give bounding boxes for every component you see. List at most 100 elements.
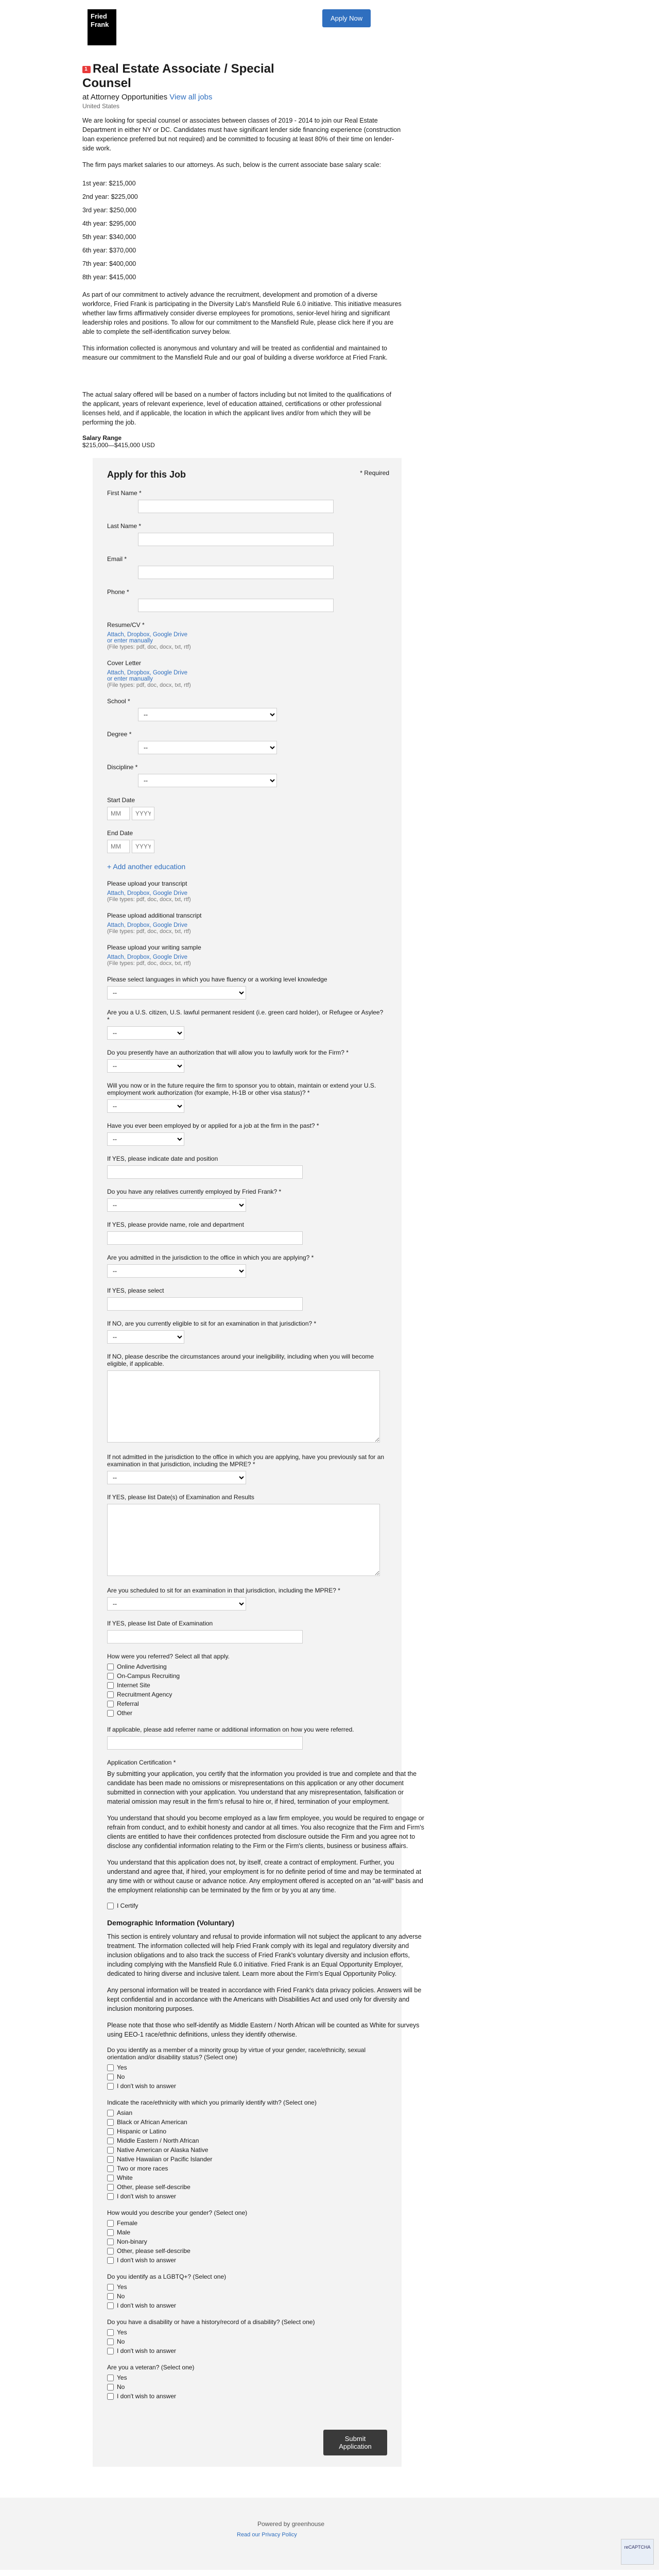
disability-checkbox[interactable] [107, 2347, 114, 2354]
disability-option[interactable]: Yes [107, 2329, 387, 2336]
gender-checkbox[interactable] [107, 2219, 114, 2227]
ethnicity-checkbox[interactable] [107, 2109, 114, 2116]
veteran-option[interactable]: I don't wish to answer [107, 2393, 387, 2400]
employed-before-select[interactable]: -- [107, 1132, 184, 1146]
lgbtq-option[interactable]: No [107, 2293, 387, 2300]
cover-attach-links[interactable]: Attach, Dropbox, Google Drive [107, 670, 387, 676]
exam-results-textarea[interactable] [107, 1504, 380, 1576]
admitted-select[interactable]: -- [107, 1264, 246, 1278]
certify-checkbox[interactable] [107, 1902, 114, 1909]
disability-checkbox[interactable] [107, 2338, 114, 2345]
referral-checkbox[interactable] [107, 1700, 114, 1707]
minority-checkbox[interactable] [107, 2082, 114, 2090]
cover-enter-manually[interactable]: or enter manually [107, 676, 387, 682]
authorization-select[interactable]: -- [107, 1059, 184, 1073]
ethnicity-option[interactable]: White [107, 2174, 387, 2181]
ethnicity-checkbox[interactable] [107, 2165, 114, 2172]
school-select[interactable]: -- [138, 708, 277, 721]
additional-attach[interactable]: Attach, Dropbox, Google Drive [107, 922, 387, 928]
apply-now-button[interactable]: Apply Now [322, 9, 371, 27]
referral-option[interactable]: On-Campus Recruiting [107, 1672, 387, 1680]
ethnicity-checkbox[interactable] [107, 2137, 114, 2144]
start-year-input[interactable] [131, 807, 154, 820]
veteran-checkbox[interactable] [107, 2374, 114, 2381]
lgbtq-checkbox[interactable] [107, 2293, 114, 2300]
referral-checkbox[interactable] [107, 1709, 114, 1717]
minority-checkbox[interactable] [107, 2073, 114, 2080]
relative-details-input[interactable] [107, 1231, 303, 1245]
gender-option[interactable]: I don't wish to answer [107, 2257, 387, 2264]
scheduled-select[interactable]: -- [107, 1597, 246, 1611]
referral-option[interactable]: Online Advertising [107, 1663, 387, 1670]
ethnicity-option[interactable]: Native Hawaiian or Pacific Islander [107, 2156, 387, 2163]
first-name-input[interactable] [138, 500, 334, 513]
languages-select[interactable]: -- [107, 986, 246, 999]
start-month-input[interactable] [107, 807, 130, 820]
citizen-select[interactable]: -- [107, 1026, 184, 1040]
degree-select[interactable]: -- [138, 741, 277, 754]
recaptcha-icon[interactable]: reCAPTCHA [621, 2539, 654, 2565]
view-all-jobs-link[interactable]: View all jobs [169, 93, 212, 101]
resume-enter-manually[interactable]: or enter manually [107, 638, 387, 644]
gender-option[interactable]: Female [107, 2219, 387, 2227]
writing-attach[interactable]: Attach, Dropbox, Google Drive [107, 954, 387, 960]
gender-option[interactable]: Male [107, 2229, 387, 2236]
gender-checkbox[interactable] [107, 2257, 114, 2264]
submit-application-button[interactable]: Submit Application [323, 2430, 387, 2455]
ethnicity-option[interactable]: Black or African American [107, 2119, 387, 2126]
veteran-checkbox[interactable] [107, 2383, 114, 2391]
gender-option[interactable]: Non-binary [107, 2238, 387, 2245]
last-name-input[interactable] [138, 533, 334, 546]
disability-option[interactable]: No [107, 2338, 387, 2345]
referral-checkbox[interactable] [107, 1663, 114, 1670]
gender-checkbox[interactable] [107, 2238, 114, 2245]
minority-option[interactable]: I don't wish to answer [107, 2082, 387, 2090]
referral-checkbox[interactable] [107, 1682, 114, 1689]
resume-attach-links[interactable]: Attach, Dropbox, Google Drive [107, 632, 387, 638]
ethnicity-checkbox[interactable] [107, 2146, 114, 2154]
minority-checkbox[interactable] [107, 2064, 114, 2071]
relatives-select[interactable]: -- [107, 1198, 246, 1212]
ethnicity-checkbox[interactable] [107, 2174, 114, 2181]
ethnicity-option[interactable]: Other, please self-describe [107, 2183, 387, 2191]
exam-date-input[interactable] [107, 1630, 303, 1643]
gender-checkbox[interactable] [107, 2247, 114, 2255]
ethnicity-checkbox[interactable] [107, 2193, 114, 2200]
referral-checkbox[interactable] [107, 1672, 114, 1680]
ethnicity-option[interactable]: I don't wish to answer [107, 2193, 387, 2200]
end-month-input[interactable] [107, 840, 130, 853]
ethnicity-option[interactable]: Hispanic or Latino [107, 2128, 387, 2135]
lgbtq-checkbox[interactable] [107, 2302, 114, 2309]
lgbtq-checkbox[interactable] [107, 2283, 114, 2291]
end-year-input[interactable] [131, 840, 154, 853]
ethnicity-checkbox[interactable] [107, 2119, 114, 2126]
ethnicity-checkbox[interactable] [107, 2128, 114, 2135]
referral-option[interactable]: Other [107, 1709, 387, 1717]
gender-option[interactable]: Other, please self-describe [107, 2247, 387, 2255]
veteran-option[interactable]: Yes [107, 2374, 387, 2381]
add-education-link[interactable]: + Add another education [107, 862, 185, 871]
transcript-attach[interactable]: Attach, Dropbox, Google Drive [107, 890, 387, 896]
referral-checkbox[interactable] [107, 1691, 114, 1698]
email-input[interactable] [138, 566, 334, 579]
referral-option[interactable]: Referral [107, 1700, 387, 1707]
sponsor-select[interactable]: -- [107, 1099, 184, 1113]
lgbtq-option[interactable]: I don't wish to answer [107, 2302, 387, 2309]
referral-option[interactable]: Recruitment Agency [107, 1691, 387, 1698]
disability-checkbox[interactable] [107, 2329, 114, 2336]
certify-option[interactable]: I Certify [107, 1902, 387, 1909]
ethnicity-checkbox[interactable] [107, 2156, 114, 2163]
referral-note-input[interactable] [107, 1736, 303, 1750]
eligible-select[interactable]: -- [107, 1330, 184, 1344]
discipline-select[interactable]: -- [138, 774, 277, 787]
position-date-input[interactable] [107, 1165, 303, 1179]
ethnicity-checkbox[interactable] [107, 2183, 114, 2191]
referral-option[interactable]: Internet Site [107, 1682, 387, 1689]
minority-option[interactable]: No [107, 2073, 387, 2080]
ethnicity-option[interactable]: Asian [107, 2109, 387, 2116]
disability-option[interactable]: I don't wish to answer [107, 2347, 387, 2354]
veteran-option[interactable]: No [107, 2383, 387, 2391]
lgbtq-option[interactable]: Yes [107, 2283, 387, 2291]
prior-exam-select[interactable]: -- [107, 1471, 246, 1484]
privacy-link[interactable]: Read our Privacy Policy [237, 2532, 297, 2538]
